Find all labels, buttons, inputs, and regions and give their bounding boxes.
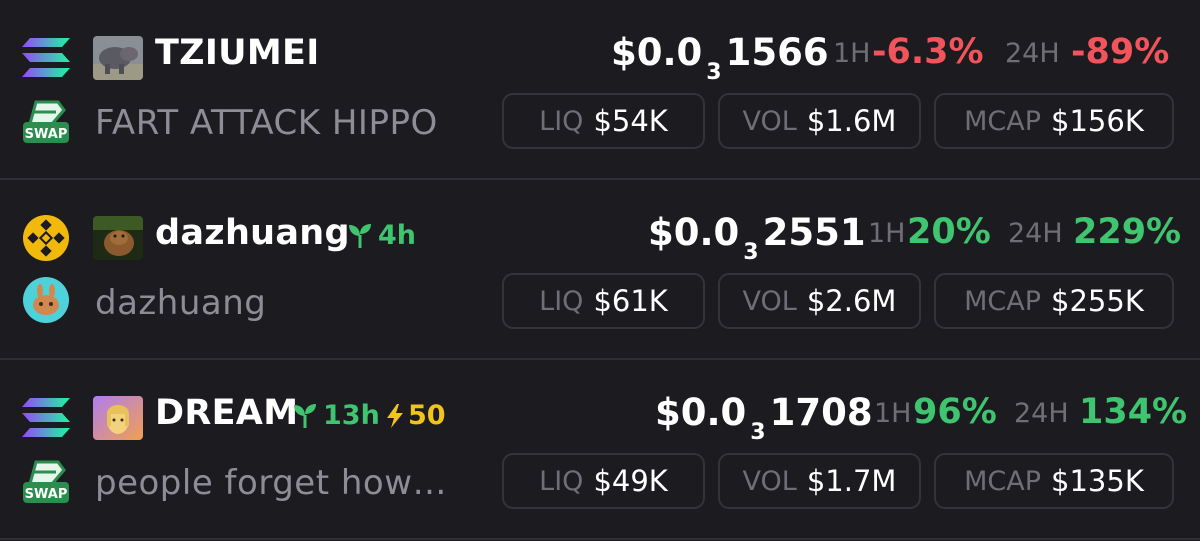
pancakeswap-icon [23, 277, 69, 323]
row-divider [0, 538, 1200, 540]
age-badge: 13h [293, 400, 380, 431]
liquidity-pill: LIQ $61K [502, 273, 705, 329]
timeframe-1h-label: 1H [874, 398, 912, 429]
swap-icon: SWAP [23, 460, 69, 503]
change-1h: 96% [913, 392, 997, 432]
lightning-icon [387, 403, 403, 428]
solana-icon [22, 38, 70, 77]
token-name: FART ATTACK HIPPO [95, 103, 438, 143]
age-badge: 4h [348, 220, 416, 251]
token-price: $0.0 3 1566 [611, 31, 829, 85]
token-price: $0.0 3 2551 [648, 211, 866, 265]
sprout-icon [349, 223, 371, 248]
liquidity-pill: LIQ $49K [502, 453, 705, 509]
svg-text:SWAP: SWAP [25, 127, 68, 142]
token-symbol[interactable]: dazhuang [155, 213, 350, 253]
token-row-dream[interactable]: SWAP DREAM 13h 50 people forget how… $0.… [0, 360, 1200, 540]
timeframe-1h-label: 1H [833, 38, 871, 69]
market-cap-pill: MCAP $255K [934, 273, 1174, 329]
change-24h: -89% [1071, 32, 1170, 72]
svg-text:SWAP: SWAP [25, 487, 68, 502]
token-symbol[interactable]: DREAM [155, 393, 298, 433]
volume-pill: VOL $2.6M [718, 273, 921, 329]
timeframe-24h-label: 24H [1005, 38, 1060, 69]
timeframe-1h-label: 1H [868, 218, 906, 249]
volume-pill: VOL $1.6M [718, 93, 921, 149]
token-avatar-capybara [93, 216, 143, 260]
change-24h: 229% [1073, 212, 1182, 252]
token-price: $0.0 3 1708 [655, 391, 873, 445]
timeframe-24h-label: 24H [1014, 398, 1069, 429]
change-1h: -6.3% [872, 32, 984, 72]
token-avatar-hippo [93, 36, 143, 80]
timeframe-24h-label: 24H [1008, 218, 1063, 249]
volume-pill: VOL $1.7M [718, 453, 921, 509]
market-cap-pill: MCAP $156K [934, 93, 1174, 149]
sprout-icon [294, 403, 316, 428]
swap-icon: SWAP [23, 100, 69, 143]
change-24h: 134% [1079, 392, 1188, 432]
boost-badge: 50 [385, 400, 446, 431]
token-name: dazhuang [95, 283, 267, 323]
market-cap-pill: MCAP $135K [934, 453, 1174, 509]
token-avatar-dream [93, 396, 143, 440]
solana-icon [22, 398, 70, 437]
liquidity-pill: LIQ $54K [502, 93, 705, 149]
token-row-dazhuang[interactable]: dazhuang 4h dazhuang $0.0 3 2551 1H 20% 24… [0, 180, 1200, 360]
change-1h: 20% [907, 212, 991, 252]
token-row-tziumei[interactable]: SWAP TZIUMEI FART ATTACK HIPPO $0.0 3 1566… [0, 0, 1200, 180]
token-symbol[interactable]: TZIUMEI [155, 33, 320, 73]
token-name: people forget how… [95, 463, 448, 503]
bnb-icon [23, 215, 69, 261]
